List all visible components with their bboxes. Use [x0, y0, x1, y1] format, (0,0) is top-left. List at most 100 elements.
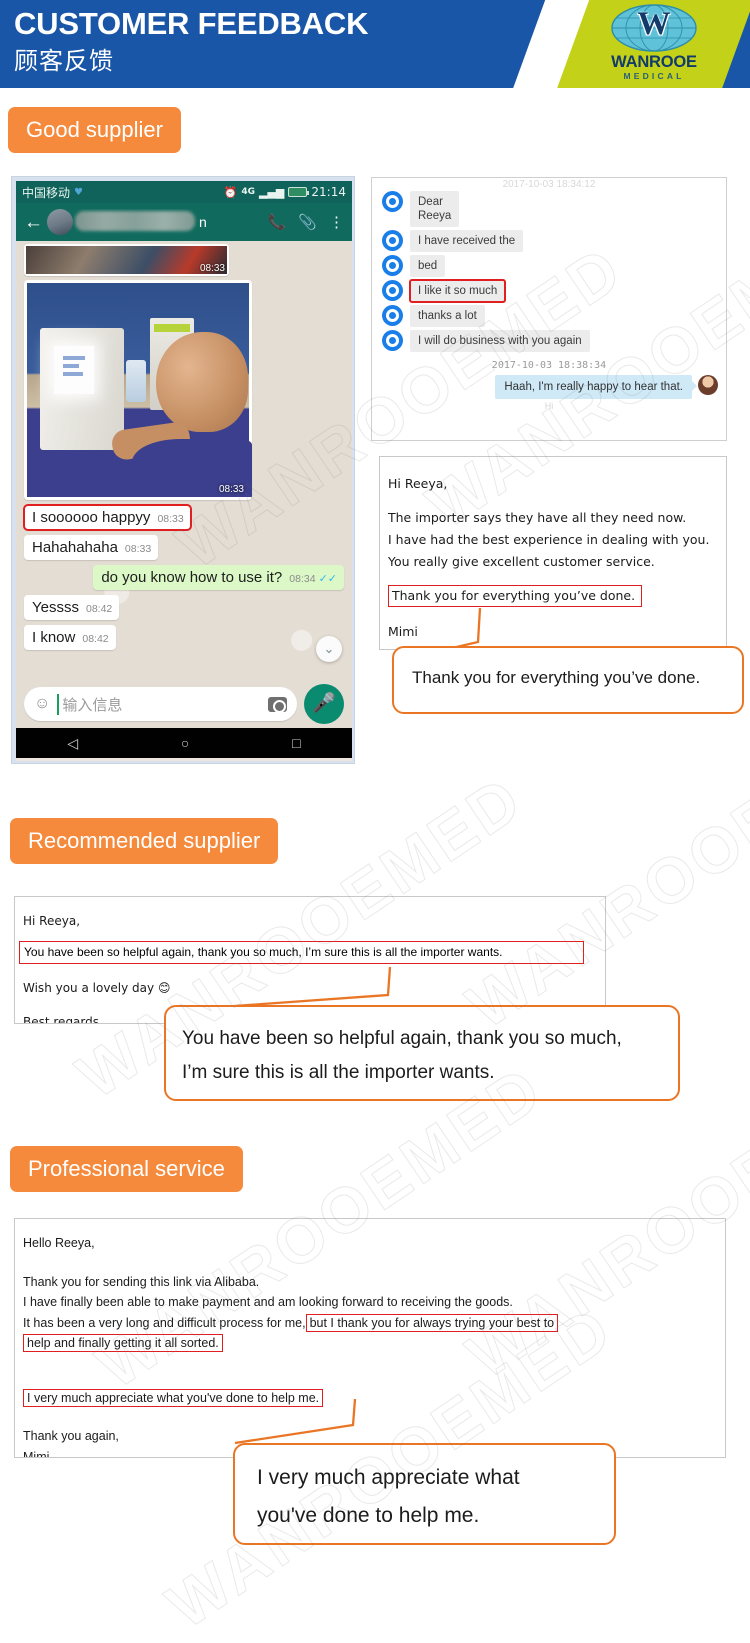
whatsapp-composer: ☺ 输入信息 🎤: [16, 684, 352, 724]
email-greeting: Hi Reeya,: [388, 476, 448, 491]
clock-time: 21:14: [311, 185, 346, 199]
globe-icon: W: [610, 3, 698, 53]
buyer-avatar-icon: [382, 191, 403, 212]
chat-message-text: I have received the: [410, 230, 524, 252]
email-body-line: I have finally been able to make payment…: [23, 1295, 513, 1309]
photo-message-partial[interactable]: 08:33: [24, 244, 229, 276]
seller-avatar-icon: [698, 375, 718, 395]
message-row: Hahahahaha 08:33: [24, 530, 344, 560]
android-navigation-bar: ◁ ○ □: [16, 728, 352, 758]
message-time: 08:33: [157, 513, 184, 525]
buyer-avatar-icon: [382, 230, 403, 251]
buyer-avatar-icon: [382, 255, 403, 276]
whatsapp-chat-header: ← n 📞 📎 ⋮: [16, 203, 352, 241]
banner-title-group: CUSTOMER FEEDBACK 顾客反馈: [14, 4, 368, 78]
message-row: I soooooo happyy 08:33: [23, 500, 344, 531]
chat-message-row: thanks a lot: [372, 302, 726, 327]
email-highlighted-text: but I thank you for always trying your b…: [305, 1313, 559, 1332]
contact-name[interactable]: n: [73, 209, 256, 235]
section-tag-recommended-supplier: Recommended supplier: [10, 818, 279, 864]
email-highlighted-text: help and finally getting it all sorted.: [23, 1334, 223, 1352]
nav-back-button[interactable]: ◁: [67, 735, 78, 752]
callout-text-line-1: I very much appreciate what: [257, 1466, 520, 1489]
message-time: 08:33: [199, 263, 225, 274]
message-time: 08:42: [82, 633, 109, 645]
network-label: 4G: [241, 187, 256, 197]
battery-charging-icon: [288, 187, 310, 197]
callout-text-line-1: You have been so helpful again, thank yo…: [182, 1028, 622, 1049]
chat-message-text: Dear Reeya: [410, 191, 460, 227]
chat-message-row: bed: [372, 252, 726, 277]
nav-home-button[interactable]: ○: [181, 735, 189, 751]
signal-bars-icon: ▂▄▆: [259, 185, 285, 199]
chat-message-row: Dear Reeya: [372, 188, 726, 227]
message-text: do you know how to use it?: [101, 569, 283, 586]
banner-title-chinese: 顾客反馈: [14, 47, 114, 75]
email-body-line: Thank you for sending this link via Alib…: [23, 1274, 260, 1289]
message-text: Hahahahaha: [32, 539, 118, 556]
back-arrow-icon[interactable]: ←: [24, 213, 43, 232]
camera-icon[interactable]: [268, 696, 287, 713]
message-row: Yessss 08:42: [24, 590, 344, 620]
chat-date-separator: 2017-10-03 18:38:34: [491, 360, 607, 371]
device-screen-shape: [54, 346, 94, 394]
message-input-placeholder[interactable]: 输入信息: [57, 693, 261, 715]
logo-company-name: WANROOE: [611, 53, 697, 71]
callout-text-line-2: you've done to help me.: [257, 1504, 480, 1527]
chat-message-row: I will do business with you again: [372, 327, 726, 352]
paperclip-icon[interactable]: 📎: [298, 213, 317, 231]
wanrooe-logo: W WANROOE MEDICAL: [600, 3, 708, 87]
chat-reply-text: Haah, I'm really happy to hear that.: [495, 375, 697, 399]
chat-message-text-highlighted: I like it so much: [408, 279, 507, 303]
message-text: I know: [32, 629, 76, 646]
message-time: 08:42: [85, 603, 113, 615]
person-head-shape: [156, 332, 248, 432]
banner-title-english: CUSTOMER FEEDBACK: [14, 6, 369, 41]
phone-call-icon[interactable]: 📞: [268, 213, 287, 231]
message-input-wrapper[interactable]: ☺ 输入信息: [24, 687, 297, 721]
photo-message[interactable]: 08:33: [24, 280, 252, 500]
microphone-icon[interactable]: 🎤: [304, 684, 344, 724]
email-body-line: The importer says they have all they nee…: [388, 510, 687, 525]
email-body-line-highlighted: help and finally getting it all sorted.: [23, 1333, 715, 1354]
buyer-avatar-icon: [382, 280, 403, 301]
chat-bubble-outgoing[interactable]: do you know how to use it? 08:34 ✓✓: [93, 565, 344, 590]
message-time: 08:33: [124, 543, 152, 555]
chevron-double-down-icon[interactable]: ⌄: [316, 636, 342, 662]
blurred-name-redaction: [75, 211, 195, 231]
message-text: I soooooo happyy: [32, 509, 151, 526]
smiley-icon[interactable]: ☺: [34, 695, 50, 713]
heart-icon: ♥: [74, 186, 83, 198]
overflow-menu-icon[interactable]: ⋮: [329, 213, 344, 231]
contact-name-visible-tail: n: [199, 214, 207, 230]
alibaba-chat-panel: 2017-10-03 18:34:12 Dear Reeya I have re…: [371, 177, 727, 441]
email-greeting: Hello Reeya,: [23, 1236, 95, 1250]
read-receipt-icon: ✓✓: [318, 573, 337, 585]
logo-company-subtitle: MEDICAL: [623, 71, 685, 81]
chat-bubble-incoming[interactable]: Hahahahaha 08:33: [24, 535, 159, 560]
chat-bubble-incoming[interactable]: I know 08:42: [24, 625, 116, 650]
chat-cutoff-row: Hi: [544, 401, 554, 411]
email-body-line: I have had the best experience in dealin…: [388, 532, 710, 547]
chat-bubble-incoming[interactable]: Yessss 08:42: [24, 595, 120, 620]
phone-screen: 中国移动 ♥ ⏰ 4G ▂▄▆ 21:14 ← n 📞 📎 ⋮ 08:33 08…: [16, 181, 352, 761]
section-tag-professional-service: Professional service: [10, 1146, 243, 1192]
callout-box-professional-service: I very much appreciate what you've done …: [233, 1443, 616, 1545]
message-time: 08:34: [289, 573, 316, 585]
email-highlighted-text: You have been so helpful again, thank yo…: [19, 941, 584, 964]
message-row: I know 08:42: [24, 620, 344, 650]
logo-letter-w: W: [637, 6, 671, 42]
nav-recents-button[interactable]: □: [292, 735, 300, 751]
carrier-label: 中国移动: [22, 185, 71, 200]
section-tag-good-supplier: Good supplier: [8, 107, 181, 153]
chat-message-text: thanks a lot: [410, 305, 485, 327]
chat-bubble-incoming[interactable]: I soooooo happyy 08:33: [23, 504, 192, 531]
message-text: Yessss: [32, 599, 79, 616]
email-body-text: It has been a very long and difficult pr…: [23, 1315, 306, 1330]
whatsapp-message-list[interactable]: 08:33 08:33 I soooooo happyy 08:33 Hahah…: [16, 241, 352, 728]
contact-avatar[interactable]: [47, 209, 73, 235]
chat-message-row: I like it so much: [372, 277, 726, 303]
email-body-line: You really give excellent customer servi…: [388, 554, 655, 569]
callout-box-recommended-supplier: You have been so helpful again, thank yo…: [164, 1005, 680, 1101]
chat-message-text: bed: [410, 255, 446, 277]
